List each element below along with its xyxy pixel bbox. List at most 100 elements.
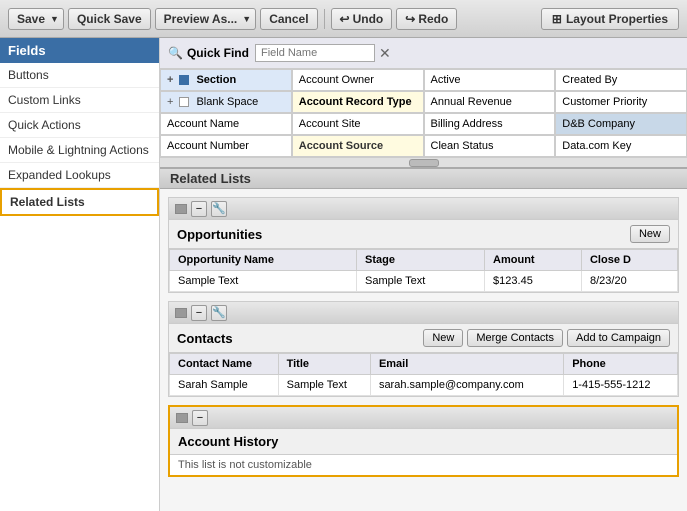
save-dropdown-button[interactable]: Save ▼ xyxy=(8,8,64,30)
field-cell-account-number[interactable]: Account Number xyxy=(160,135,292,157)
field-cell-clean-status[interactable]: Clean Status xyxy=(424,135,556,157)
contacts-title: Contacts xyxy=(177,331,419,346)
save-label: Save xyxy=(17,12,45,26)
contacts-header: Contacts New Merge Contacts Add to Campa… xyxy=(169,324,678,353)
contacts-new-btn[interactable]: New xyxy=(423,329,463,347)
contacts-minus-btn[interactable]: − xyxy=(191,305,207,321)
quick-save-button[interactable]: Quick Save xyxy=(68,8,151,30)
field-cell-account-site[interactable]: Account Site xyxy=(292,113,424,135)
opp-stage-cell: Sample Text xyxy=(357,271,485,292)
col-email: Email xyxy=(370,354,563,375)
field-cell-created-by[interactable]: Created By xyxy=(555,69,687,91)
blue-square-icon xyxy=(179,75,189,85)
layout-props-icon: ⊞ xyxy=(552,12,562,26)
opportunities-table: Opportunity Name Stage Amount Close D Sa… xyxy=(169,249,678,292)
contacts-toolbar: − 🔧 xyxy=(169,302,678,324)
related-lists-header: Related Lists xyxy=(160,167,687,189)
sidebar-header: Fields xyxy=(0,38,159,63)
sidebar-item-expanded-lookups[interactable]: Expanded Lookups xyxy=(0,163,159,188)
account-history-title: Account History xyxy=(178,434,669,449)
field-palette: + Section Account Owner Active Created B… xyxy=(160,69,687,167)
history-minus-btn[interactable]: − xyxy=(192,410,208,426)
contact-phone-cell: 1-415-555-1212 xyxy=(564,375,678,396)
col-phone: Phone xyxy=(564,354,678,375)
col-contact-name: Contact Name xyxy=(170,354,279,375)
sidebar-item-related-lists[interactable]: Related Lists xyxy=(0,188,159,216)
opportunities-new-btn[interactable]: New xyxy=(630,225,670,243)
opportunities-settings-btn[interactable]: 🔧 xyxy=(211,201,227,217)
contact-title-cell: Sample Text xyxy=(278,375,370,396)
account-history-toolbar: − xyxy=(170,407,677,429)
search-icon: 🔍 xyxy=(168,46,183,60)
col-stage: Stage xyxy=(357,250,485,271)
field-cell-account-source[interactable]: Account Source xyxy=(292,135,424,157)
plus-icon-2: + xyxy=(167,96,173,108)
opportunities-header: Opportunities New xyxy=(169,220,678,249)
preview-as-button[interactable]: Preview As... ▼ xyxy=(155,8,257,30)
main-container: Fields Buttons Custom Links Quick Action… xyxy=(0,38,687,511)
contacts-add-campaign-btn[interactable]: Add to Campaign xyxy=(567,329,670,347)
col-close-date: Close D xyxy=(581,250,677,271)
opportunities-title: Opportunities xyxy=(177,227,626,242)
layout-properties-button[interactable]: ⊞ Layout Properties xyxy=(541,8,679,30)
col-opportunity-name: Opportunity Name xyxy=(170,250,357,271)
related-list-opportunities: − 🔧 Opportunities New Opportunity Name S… xyxy=(168,197,679,293)
history-drag-handle[interactable] xyxy=(176,413,188,423)
table-row: Sarah Sample Sample Text sarah.sample@co… xyxy=(170,375,678,396)
field-cell-account-record-type[interactable]: Account Record Type xyxy=(292,91,424,113)
quick-find-clear-icon[interactable]: ✕ xyxy=(379,45,391,62)
field-cell-annual-revenue[interactable]: Annual Revenue xyxy=(424,91,556,113)
cancel-button[interactable]: Cancel xyxy=(260,8,317,30)
related-list-account-history: − Account History This list is not custo… xyxy=(168,405,679,477)
field-cell-active[interactable]: Active xyxy=(424,69,556,91)
field-cell-section[interactable]: + Section xyxy=(160,69,292,91)
drag-handle[interactable] xyxy=(175,204,187,214)
col-amount: Amount xyxy=(485,250,582,271)
quick-find-label: Quick Find xyxy=(187,46,249,60)
white-square-icon xyxy=(179,97,189,107)
save-dropdown-arrow: ▼ xyxy=(50,14,59,24)
field-cell-datacom-key[interactable]: Data.com Key xyxy=(555,135,687,157)
opportunities-toolbar: − 🔧 xyxy=(169,198,678,220)
plus-icon: + xyxy=(167,74,173,86)
field-cell-account-owner[interactable]: Account Owner xyxy=(292,69,424,91)
sidebar-item-mobile-lightning[interactable]: Mobile & Lightning Actions xyxy=(0,138,159,163)
toolbar: Save ▼ Quick Save Preview As... ▼ Cancel… xyxy=(0,0,687,38)
table-row: Sample Text Sample Text $123.45 8/23/20 xyxy=(170,271,678,292)
col-title: Title xyxy=(278,354,370,375)
toolbar-separator xyxy=(324,9,325,29)
sidebar-item-custom-links[interactable]: Custom Links xyxy=(0,88,159,113)
scrollbar-thumb xyxy=(409,159,439,167)
contact-name-cell: Sarah Sample xyxy=(170,375,279,396)
account-history-header: Account History xyxy=(170,429,677,455)
account-history-note: This list is not customizable xyxy=(170,455,677,475)
contacts-merge-btn[interactable]: Merge Contacts xyxy=(467,329,563,347)
field-cell-customer-priority[interactable]: Customer Priority xyxy=(555,91,687,113)
fields-grid: + Section Account Owner Active Created B… xyxy=(160,69,687,157)
opp-amount-cell: $123.45 xyxy=(485,271,582,292)
opp-name-cell: Sample Text xyxy=(170,271,357,292)
quick-find-input[interactable] xyxy=(255,44,375,62)
field-cell-dnb-company[interactable]: D&B Company xyxy=(555,113,687,135)
undo-icon: ↩ xyxy=(340,12,350,26)
field-cell-blank-space[interactable]: + Blank Space xyxy=(160,91,292,113)
opportunities-minus-btn[interactable]: − xyxy=(191,201,207,217)
field-cell-billing-address[interactable]: Billing Address xyxy=(424,113,556,135)
undo-button[interactable]: ↩ Undo xyxy=(331,8,393,30)
contacts-drag-handle[interactable] xyxy=(175,308,187,318)
contacts-table: Contact Name Title Email Phone Sarah Sam… xyxy=(169,353,678,396)
redo-button[interactable]: ↪ Redo xyxy=(396,8,457,30)
field-palette-scrollbar[interactable] xyxy=(160,157,687,167)
contacts-settings-btn[interactable]: 🔧 xyxy=(211,305,227,321)
contact-email-cell: sarah.sample@company.com xyxy=(370,375,563,396)
sidebar-item-buttons[interactable]: Buttons xyxy=(0,63,159,88)
field-cell-account-name[interactable]: Account Name xyxy=(160,113,292,135)
opp-close-cell: 8/23/20 xyxy=(581,271,677,292)
preview-dropdown-arrow: ▼ xyxy=(242,14,251,24)
content-area: 🔍 Quick Find ✕ + Section Account Owner A… xyxy=(160,38,687,511)
quick-find-bar: 🔍 Quick Find ✕ xyxy=(160,38,687,69)
sidebar-item-quick-actions[interactable]: Quick Actions xyxy=(0,113,159,138)
sidebar: Fields Buttons Custom Links Quick Action… xyxy=(0,38,160,511)
related-list-contacts: − 🔧 Contacts New Merge Contacts Add to C… xyxy=(168,301,679,397)
redo-icon: ↪ xyxy=(405,12,415,26)
